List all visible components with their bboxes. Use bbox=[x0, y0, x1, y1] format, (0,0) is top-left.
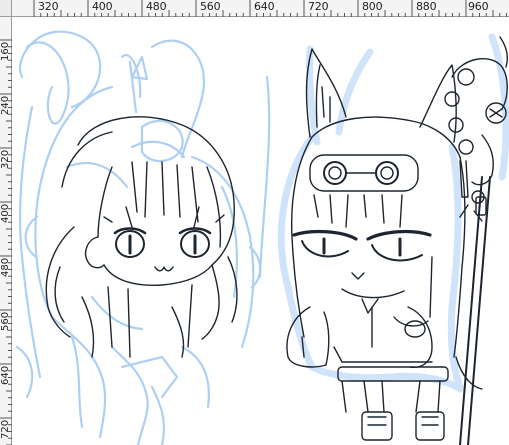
ruler-label-480: 480 bbox=[146, 0, 167, 13]
ruler-corner bbox=[0, 0, 12, 17]
ruler-label-320: 320 bbox=[38, 0, 59, 13]
character-right-lineart bbox=[286, 36, 509, 445]
drawing-app: 320 400 480 560 640 720 800 880 960 160 … bbox=[0, 0, 509, 445]
ruler-label-160: 160 bbox=[0, 41, 11, 61]
ruler-label-640: 640 bbox=[254, 0, 275, 13]
vertical-ruler[interactable]: 160 240 320 400 480 560 640 720 bbox=[0, 17, 12, 445]
ruler-label-480-v: 480 bbox=[0, 257, 11, 277]
ruler-label-400-v: 400 bbox=[0, 203, 11, 223]
ruler-label-320-v: 320 bbox=[0, 149, 11, 169]
ruler-label-640-v: 640 bbox=[0, 365, 11, 385]
ruler-label-720: 720 bbox=[308, 0, 329, 13]
ruler-label-880: 880 bbox=[416, 0, 437, 13]
ruler-label-720-v: 720 bbox=[0, 419, 11, 439]
ruler-label-560: 560 bbox=[200, 0, 221, 13]
ruler-label-960: 960 bbox=[468, 0, 489, 13]
glow-outline-layer bbox=[277, 33, 509, 393]
ruler-label-400: 400 bbox=[92, 0, 113, 13]
ruler-label-240: 240 bbox=[0, 95, 11, 115]
ruler-label-800: 800 bbox=[362, 0, 383, 13]
canvas-artwork bbox=[15, 30, 509, 445]
horizontal-ruler[interactable]: 320 400 480 560 640 720 800 880 960 bbox=[0, 0, 509, 17]
ruler-label-560-v: 560 bbox=[0, 311, 11, 331]
drawing-canvas[interactable] bbox=[12, 17, 509, 445]
